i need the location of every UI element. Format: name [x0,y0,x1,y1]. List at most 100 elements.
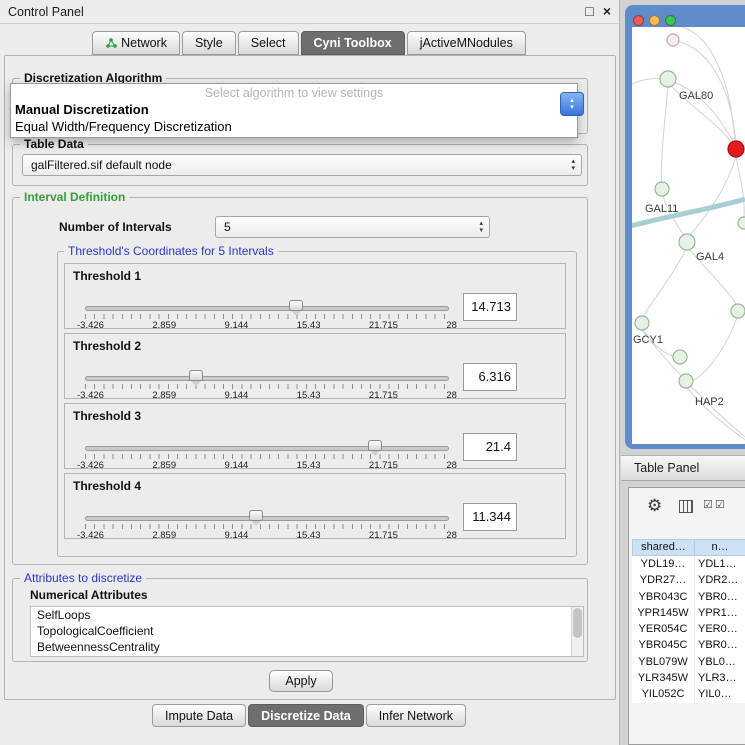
cell[interactable]: YPR145W [632,605,695,621]
cell[interactable]: YBR0… [695,637,745,653]
list-item[interactable]: SelfLoops [31,607,583,623]
scale-label: 21.715 [369,530,398,541]
threshold-1-slider[interactable] [81,300,453,322]
table-row[interactable]: YPR145WYPR1… [632,605,745,621]
threshold-3-slider[interactable] [81,440,453,462]
network-node-hap2[interactable] [679,374,693,388]
table-row[interactable]: YBL079WYBL0… [632,654,745,670]
threshold-value-field[interactable]: 14.713 [463,293,517,321]
slider-track[interactable] [85,446,449,451]
checkbox-icon[interactable]: ☑ [703,498,713,511]
network-node[interactable] [673,350,687,364]
slider-track[interactable] [85,306,449,311]
column-header-shared-name[interactable]: shared… [632,539,695,556]
network-node-gcy1[interactable] [635,316,649,330]
checkbox-icon[interactable]: ☑ [715,498,725,511]
float-window-icon[interactable]: □ [585,3,593,19]
network-node[interactable] [667,34,679,46]
cell[interactable]: YBL0… [695,654,745,670]
tab-cyni-toolbox[interactable]: Cyni Toolbox [301,31,405,55]
minimize-traffic-light[interactable] [649,15,660,26]
cell[interactable]: YER054C [632,621,695,637]
network-node[interactable] [738,217,745,229]
network-node-gal4[interactable] [679,234,695,250]
tab-impute-data[interactable]: Impute Data [152,704,246,727]
close-traffic-light[interactable] [633,15,644,26]
network-node-gal11[interactable] [655,182,669,196]
scale-label: 2.859 [152,390,176,401]
list-item[interactable]: TopologicalCoefficient [31,623,583,639]
cell[interactable]: YDL19… [632,556,695,572]
algorithm-combobox-arrows[interactable]: ▴ ▾ [560,92,584,116]
cell[interactable]: YBR043C [632,589,695,605]
threshold-4-slider[interactable] [81,510,453,532]
table-row[interactable]: YIL052CYIL0… [632,686,745,702]
slider-handle[interactable] [289,300,303,311]
slider-handle[interactable] [249,510,263,521]
tab-label: Discretize Data [261,709,351,723]
scrollbar-thumb[interactable] [573,608,582,638]
threshold-value-field[interactable]: 21.4 [463,433,517,461]
threshold-2-slider[interactable] [81,370,453,392]
cell[interactable]: YDL1… [695,556,745,572]
num-intervals-combobox[interactable]: 5 ▴ ▾ [215,216,490,238]
cell[interactable]: YBR0… [695,589,745,605]
close-icon[interactable]: × [603,3,611,19]
cell[interactable]: YPR1… [695,605,745,621]
cell[interactable]: YER0… [695,621,745,637]
control-panel-titlebar[interactable]: Control Panel □ × [0,0,619,24]
table-row[interactable]: YLR345WYLR3… [632,670,745,686]
slider-handle[interactable] [189,370,203,381]
gear-icon[interactable]: ⚙ [647,496,662,516]
thresholds-group-title: Threshold's Coordinates for 5 Intervals [64,244,278,258]
tab-label: jActiveMNodules [420,36,513,50]
tab-jactivemnodules[interactable]: jActiveMNodules [407,31,526,55]
threshold-label: Threshold 3 [73,409,141,423]
dropdown-option-manual[interactable]: Manual Discretization [11,101,577,118]
tab-infer-network[interactable]: Infer Network [366,704,466,727]
network-node-gal80[interactable] [660,71,676,87]
cell[interactable]: YLR345W [632,670,695,686]
threshold-value-field[interactable]: 6.316 [463,363,517,391]
threshold-2-panel: Threshold 2 -3.426 2.859 9.144 15.43 21.… [64,333,566,399]
columns-icon[interactable] [679,500,693,513]
table-row[interactable]: YER054CYER0… [632,621,745,637]
tab-select[interactable]: Select [238,31,299,55]
cell[interactable]: YBR045C [632,637,695,653]
slider-track[interactable] [85,376,449,381]
column-header-name[interactable]: n… [695,539,745,556]
list-item[interactable]: BetweennessCentrality [31,639,583,655]
window-controls [633,15,676,26]
cell[interactable]: YDR2… [695,572,745,588]
table-data-combobox[interactable]: galFiltered.sif default node ▴ ▾ [22,154,582,176]
tab-discretize-data[interactable]: Discretize Data [248,704,364,727]
table-row[interactable]: YDL19…YDL1… [632,556,745,572]
network-view-window[interactable]: GAL80 GAL11 GAL4 GCY1 HAP2 [625,5,745,449]
table-panel-header[interactable]: Table Panel [621,455,745,481]
slider-handle[interactable] [368,440,382,451]
dropdown-option-equal-width[interactable]: Equal Width/Frequency Discretization [11,118,577,135]
slider-track[interactable] [85,516,449,521]
table-row[interactable]: YBR043CYBR0… [632,589,745,605]
cell[interactable]: YBL079W [632,654,695,670]
tab-network[interactable]: Network [92,31,180,55]
tab-label: Style [195,36,223,50]
numerical-attributes-list[interactable]: SelfLoops TopologicalCoefficient Between… [30,606,584,657]
list-scrollbar[interactable] [571,607,583,656]
tab-label: Select [251,36,286,50]
tab-style[interactable]: Style [182,31,236,55]
threshold-4-panel: Threshold 4 -3.426 2.859 9.144 15.43 21.… [64,473,566,539]
network-node-selected[interactable] [728,141,744,157]
network-node[interactable] [731,304,745,318]
threshold-value-field[interactable]: 11.344 [463,503,517,531]
scale-label: -3.426 [77,390,104,401]
table-row[interactable]: YBR045CYBR0… [632,637,745,653]
cell[interactable]: YIL0… [695,686,745,702]
cell[interactable]: YLR3… [695,670,745,686]
cell[interactable]: YDR27… [632,572,695,588]
network-canvas[interactable]: GAL80 GAL11 GAL4 GCY1 HAP2 [632,27,745,444]
table-row[interactable]: YDR27…YDR2… [632,572,745,588]
cell[interactable]: YIL052C [632,686,695,702]
zoom-traffic-light[interactable] [665,15,676,26]
apply-button[interactable]: Apply [269,670,333,692]
